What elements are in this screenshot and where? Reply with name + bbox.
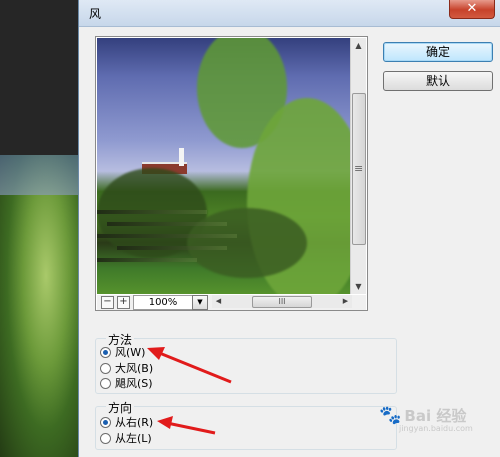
annotation-arrows [147,347,232,435]
paw-icon: 🐾 [379,405,402,426]
baidu-watermark: 🐾 Bai 经验 [379,405,466,426]
watermark-url: jingyan.baidu.com [399,424,473,433]
workspace-panel [0,0,78,155]
wind-filter-dialog: 风 ✕ ▲ ≡ ▼ − + 100% ▼ ◀ III ▶ 确定 默认 方法 风(… [78,0,500,457]
annotation-arrow-method [147,347,232,384]
watermark-text: Bai 经验 [404,407,467,425]
annotation-arrow-direction [157,416,216,435]
